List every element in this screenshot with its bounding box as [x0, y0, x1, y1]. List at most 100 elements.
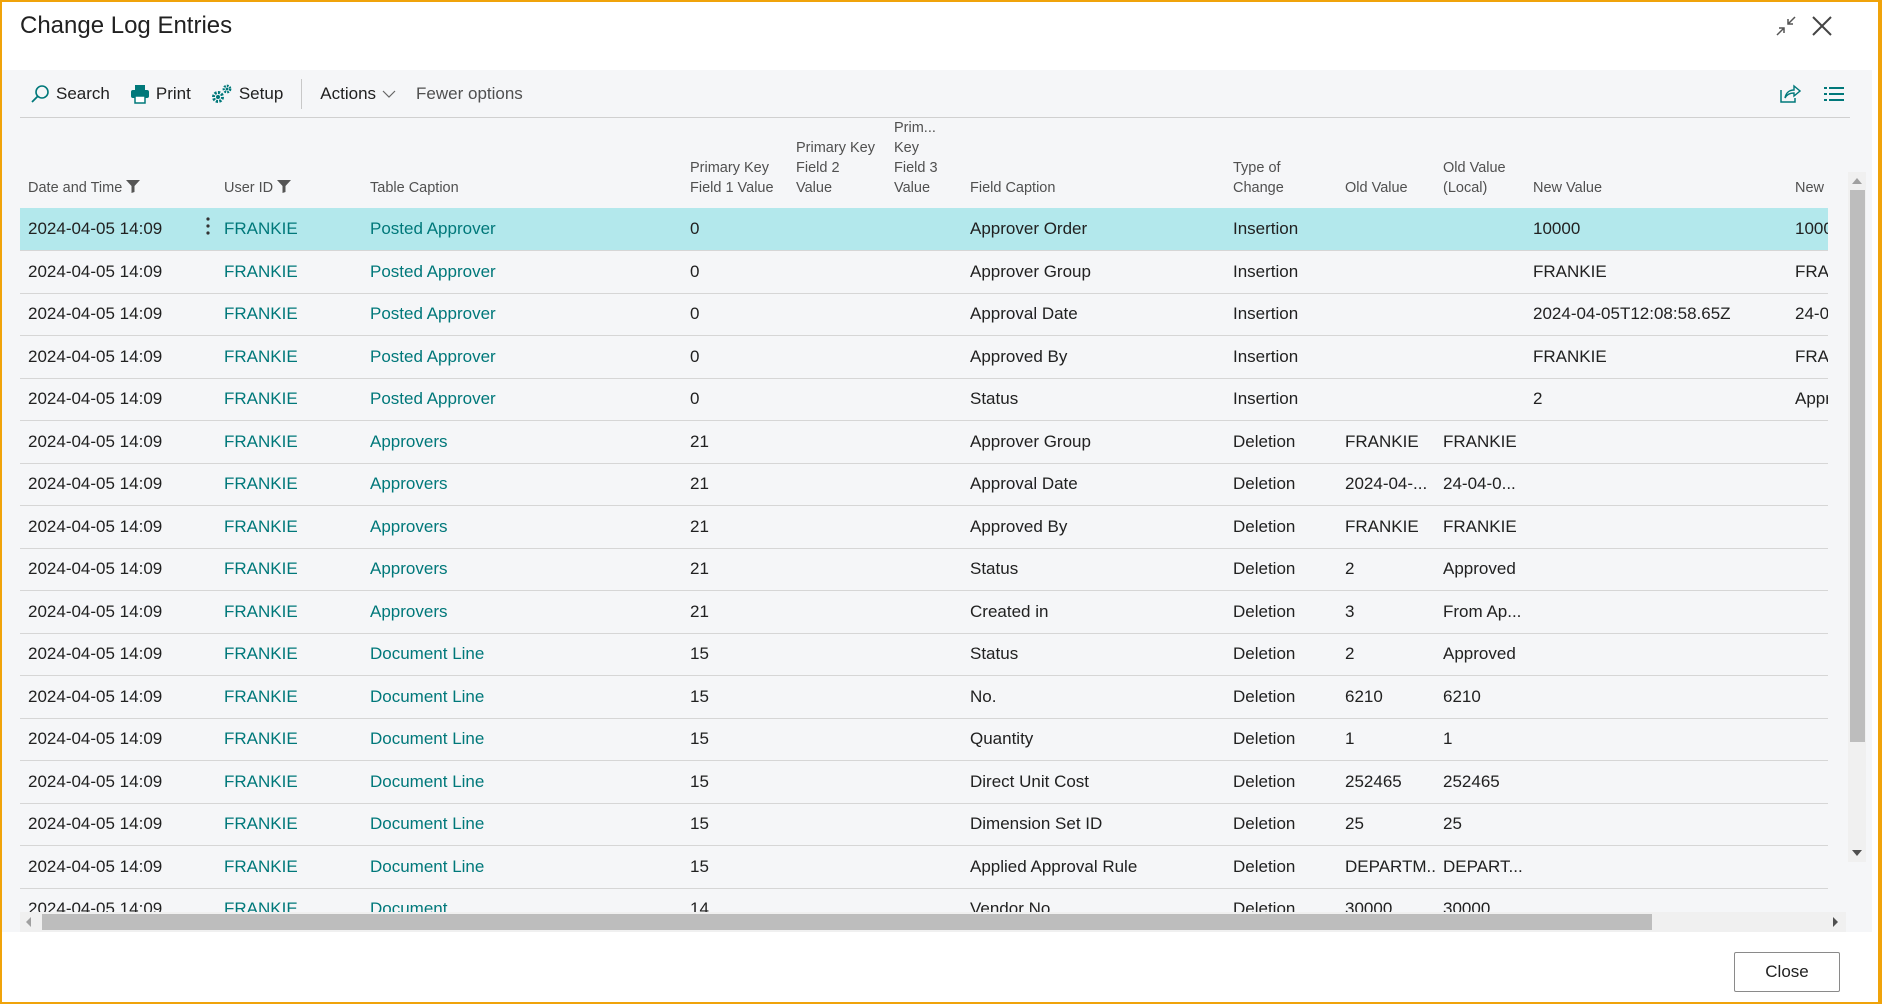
table-row[interactable]: 2024-04-05 14:09 FRANKIE Approvers 21 Approv…: [20, 463, 1828, 506]
table-row[interactable]: 2024-04-05 14:09 FRANKIE Document Line 15 Ap…: [20, 845, 1828, 889]
cell-table[interactable]: Approvers: [362, 590, 682, 634]
table-row[interactable]: 2024-04-05 14:09 FRANKIE Approvers 21 Status…: [20, 548, 1828, 591]
collapse-button[interactable]: [1770, 10, 1802, 42]
list-view-button[interactable]: [1818, 76, 1850, 112]
filter-icon[interactable]: [277, 180, 292, 193]
cell-table[interactable]: Approvers: [362, 420, 682, 464]
fewer-options-button[interactable]: Fewer options: [406, 76, 533, 112]
table-row[interactable]: 2024-04-05 14:09 FRANKIE Posted Approver 0 A…: [20, 250, 1828, 294]
row-menu-button[interactable]: [200, 548, 216, 591]
scroll-up-arrow-icon[interactable]: [1852, 178, 1862, 184]
row-menu-button[interactable]: [200, 760, 216, 804]
table-row[interactable]: 2024-04-05 14:09 FRANKIE Document Line 15 St…: [20, 633, 1828, 676]
cell-user[interactable]: FRANKIE: [216, 378, 362, 421]
column-header-newlocal[interactable]: New Valu: [1787, 118, 1828, 208]
filter-icon[interactable]: [126, 180, 141, 193]
table-row[interactable]: 2024-04-05 14:09 FRANKIE Document Line 15 Qu…: [20, 718, 1828, 761]
row-menu-button[interactable]: [200, 293, 216, 336]
cell-table[interactable]: Posted Approver: [362, 293, 682, 336]
column-header-pk1[interactable]: Primary Key Field 1 Value: [682, 118, 788, 208]
vertical-scrollbar[interactable]: [1848, 172, 1866, 862]
row-menu-button[interactable]: [200, 590, 216, 634]
column-header-pk2[interactable]: Primary Key Field 2 Value: [788, 118, 886, 208]
row-menu-button[interactable]: [200, 378, 216, 421]
cell-field: Approved By: [962, 505, 1225, 549]
cell-table[interactable]: Document Line: [362, 845, 682, 889]
column-header-table[interactable]: Table Caption: [362, 118, 682, 208]
table-row[interactable]: 2024-04-05 14:09 FRANKIE Document Line 15 Di…: [20, 760, 1828, 804]
table-row[interactable]: 2024-04-05 14:09 FRANKIE Posted Approver 0 A…: [20, 335, 1828, 379]
column-header-type[interactable]: Type of Change: [1225, 118, 1337, 208]
cell-field: Quantity: [962, 718, 1225, 761]
table-row[interactable]: 2024-04-05 14:09 FRANKIE Posted Approver 0 A…: [20, 293, 1828, 336]
row-menu-button[interactable]: [200, 420, 216, 464]
table-row[interactable]: 2024-04-05 14:09 FRANKIE Document Line 15 No…: [20, 675, 1828, 719]
cell-user[interactable]: FRANKIE: [216, 590, 362, 634]
cell-table[interactable]: Approvers: [362, 505, 682, 549]
cell-user[interactable]: FRANKIE: [216, 803, 362, 846]
cell-user[interactable]: FRANKIE: [216, 845, 362, 889]
cell-user[interactable]: FRANKIE: [216, 463, 362, 506]
cell-user[interactable]: FRANKIE: [216, 718, 362, 761]
column-header-pk3[interactable]: Prim... Key Field 3 Value: [886, 118, 962, 208]
cell-table[interactable]: Approvers: [362, 548, 682, 591]
cell-table[interactable]: Posted Approver: [362, 378, 682, 421]
row-menu-button[interactable]: [200, 675, 216, 719]
cell-table[interactable]: Posted Approver: [362, 250, 682, 294]
table-row[interactable]: 2024-04-05 14:09 FRANKIE Document Line 15 Di…: [20, 803, 1828, 846]
share-button[interactable]: [1774, 76, 1806, 112]
table-row[interactable]: 2024-04-05 14:09 FRANKIE Posted Approver 0 A…: [20, 208, 1828, 251]
horizontal-scroll-thumb[interactable]: [42, 914, 1652, 930]
cell-table[interactable]: Document Line: [362, 675, 682, 719]
cell-table[interactable]: Document Line: [362, 803, 682, 846]
column-header-new[interactable]: New Value: [1525, 118, 1787, 208]
cell-user[interactable]: FRANKIE: [216, 760, 362, 804]
table-row[interactable]: 2024-04-05 14:09 FRANKIE Posted Approver 0 S…: [20, 378, 1828, 421]
cell-user[interactable]: FRANKIE: [216, 293, 362, 336]
cell-pk2: [788, 675, 886, 719]
table-row[interactable]: 2024-04-05 14:09 FRANKIE Approvers 21 Create…: [20, 590, 1828, 634]
cell-pk1: 0: [682, 250, 788, 294]
cell-user[interactable]: FRANKIE: [216, 548, 362, 591]
row-menu-button[interactable]: [200, 335, 216, 379]
table-row[interactable]: 2024-04-05 14:09 FRANKIE Approvers 21 Approv…: [20, 420, 1828, 464]
row-menu-button[interactable]: [200, 505, 216, 549]
close-window-button[interactable]: [1806, 10, 1838, 42]
row-menu-button[interactable]: [200, 803, 216, 846]
column-header-old[interactable]: Old Value: [1337, 118, 1435, 208]
cell-user[interactable]: FRANKIE: [216, 335, 362, 379]
cell-user[interactable]: FRANKIE: [216, 420, 362, 464]
print-button[interactable]: Print: [120, 76, 201, 112]
cell-user[interactable]: FRANKIE: [216, 633, 362, 676]
cell-table[interactable]: Document Line: [362, 760, 682, 804]
row-menu-button[interactable]: [200, 208, 216, 251]
cell-table[interactable]: Document Line: [362, 718, 682, 761]
actions-menu-button[interactable]: Actions: [310, 76, 406, 112]
horizontal-scrollbar[interactable]: [20, 912, 1846, 932]
column-header-datetime[interactable]: Date and Time: [20, 118, 200, 208]
cell-table[interactable]: Document Line: [362, 633, 682, 676]
row-menu-button[interactable]: [200, 845, 216, 889]
scroll-left-arrow-icon[interactable]: [26, 917, 31, 927]
cell-table[interactable]: Posted Approver: [362, 208, 682, 251]
row-menu-button[interactable]: [200, 463, 216, 506]
scroll-down-arrow-icon[interactable]: [1852, 850, 1862, 856]
row-menu-button[interactable]: [200, 633, 216, 676]
column-header-oldlocal[interactable]: Old Value (Local): [1435, 118, 1525, 208]
row-menu-button[interactable]: [200, 718, 216, 761]
scroll-right-arrow-icon[interactable]: [1833, 917, 1838, 927]
cell-user[interactable]: FRANKIE: [216, 250, 362, 294]
table-row[interactable]: 2024-04-05 14:09 FRANKIE Approvers 21 Approv…: [20, 505, 1828, 549]
cell-table[interactable]: Posted Approver: [362, 335, 682, 379]
search-button[interactable]: Search: [20, 76, 120, 112]
column-header-field[interactable]: Field Caption: [962, 118, 1225, 208]
cell-user[interactable]: FRANKIE: [216, 505, 362, 549]
close-button[interactable]: Close: [1734, 952, 1840, 992]
cell-user[interactable]: FRANKIE: [216, 208, 362, 251]
setup-button[interactable]: Setup: [201, 76, 293, 112]
row-menu-button[interactable]: [200, 250, 216, 294]
cell-user[interactable]: FRANKIE: [216, 675, 362, 719]
column-header-user[interactable]: User ID: [216, 118, 362, 208]
cell-table[interactable]: Approvers: [362, 463, 682, 506]
vertical-scroll-thumb[interactable]: [1850, 190, 1865, 742]
